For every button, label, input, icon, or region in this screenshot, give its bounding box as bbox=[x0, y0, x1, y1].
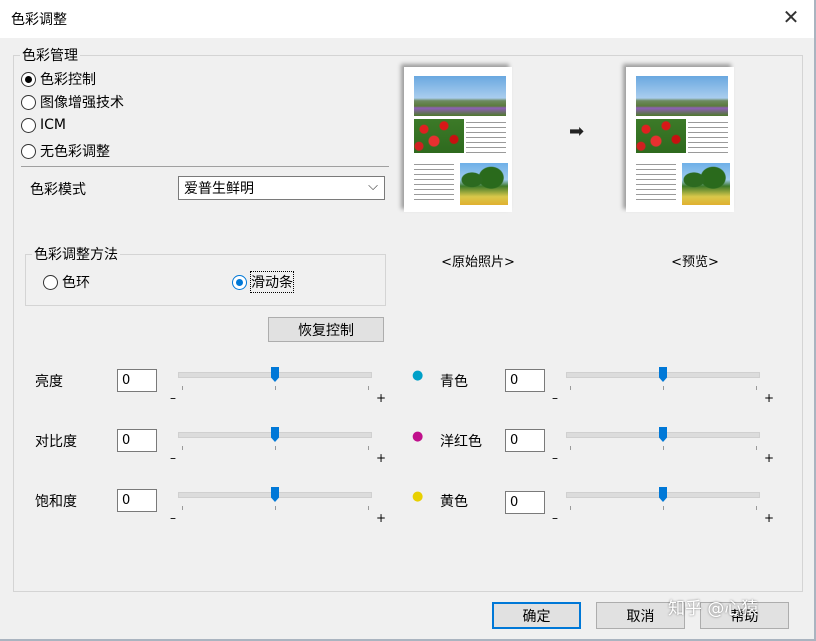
tick bbox=[275, 506, 276, 510]
max-label: + bbox=[376, 391, 387, 405]
saturation-input[interactable]: 0 bbox=[117, 489, 157, 512]
tick bbox=[182, 446, 183, 450]
tick bbox=[182, 506, 183, 510]
tick bbox=[756, 506, 757, 510]
text-lines bbox=[466, 120, 506, 153]
watermark: 知乎 @心猿 bbox=[668, 599, 759, 619]
max-label: + bbox=[764, 391, 775, 405]
color-management-label: 色彩管理 bbox=[20, 45, 80, 65]
radio-label: 滑动条 bbox=[250, 271, 294, 293]
chevron-down-icon: ⌵ bbox=[368, 179, 378, 194]
max-label: + bbox=[376, 511, 387, 525]
min-label: – bbox=[170, 451, 176, 465]
text-lines bbox=[414, 162, 454, 204]
original-photo-thumbnail bbox=[404, 67, 512, 212]
tick bbox=[368, 386, 369, 390]
magenta-label: 洋红色 bbox=[440, 434, 482, 450]
close-icon[interactable]: ✕ bbox=[774, 2, 808, 32]
radio-slider[interactable]: 滑动条 bbox=[232, 271, 294, 293]
radio-label: 无色彩调整 bbox=[40, 144, 110, 160]
tick bbox=[756, 386, 757, 390]
tick bbox=[663, 386, 664, 390]
trees-image bbox=[682, 163, 730, 205]
title-bar bbox=[0, 0, 816, 39]
max-label: + bbox=[764, 511, 775, 525]
magenta-drop-icon: ● bbox=[412, 429, 424, 444]
arrow-right-icon: ➡ bbox=[569, 121, 585, 142]
tick bbox=[570, 386, 571, 390]
preview-thumbnail bbox=[626, 67, 734, 212]
min-label: – bbox=[552, 451, 558, 465]
text-lines bbox=[688, 120, 728, 153]
max-label: + bbox=[376, 451, 387, 465]
saturation-label: 饱和度 bbox=[35, 494, 77, 510]
cyan-drop-icon: ● bbox=[412, 368, 424, 383]
color-mode-select[interactable]: 爱普生鲜明 ⌵ bbox=[178, 176, 385, 200]
tick bbox=[368, 446, 369, 450]
color-mode-label: 色彩模式 bbox=[30, 182, 86, 198]
contrast-label: 对比度 bbox=[35, 434, 77, 450]
ok-button[interactable]: 确定 bbox=[492, 602, 581, 629]
trees-image bbox=[460, 163, 508, 205]
radio-icm[interactable]: ICM bbox=[21, 117, 66, 133]
preview-caption: <预览> bbox=[671, 255, 719, 270]
window-title: 色彩调整 bbox=[11, 12, 67, 28]
radio-indicator bbox=[21, 94, 36, 110]
tick bbox=[570, 446, 571, 450]
min-label: – bbox=[552, 511, 558, 525]
brightness-label: 亮度 bbox=[35, 374, 63, 390]
tick bbox=[570, 506, 571, 510]
adjust-method-label: 色彩调整方法 bbox=[32, 244, 120, 264]
brightness-input[interactable]: 0 bbox=[117, 369, 157, 392]
min-label: – bbox=[170, 391, 176, 405]
radio-label: ICM bbox=[40, 117, 66, 133]
landscape-image bbox=[414, 76, 506, 116]
radio-image-enhancement[interactable]: 图像增强技术 bbox=[21, 92, 124, 112]
min-label: – bbox=[170, 511, 176, 525]
radio-label: 色环 bbox=[62, 275, 90, 291]
cyan-input[interactable]: 0 bbox=[505, 369, 545, 392]
tick bbox=[275, 386, 276, 390]
magenta-input[interactable]: 0 bbox=[505, 429, 545, 452]
tick bbox=[663, 506, 664, 510]
restore-control-button[interactable]: 恢复控制 bbox=[268, 317, 384, 342]
radio-indicator bbox=[232, 274, 247, 290]
original-photo-caption: <原始照片> bbox=[441, 255, 515, 270]
cyan-label: 青色 bbox=[440, 374, 468, 390]
radio-color-wheel[interactable]: 色环 bbox=[43, 272, 90, 292]
min-label: – bbox=[552, 391, 558, 405]
contrast-input[interactable]: 0 bbox=[117, 429, 157, 452]
radio-label: 色彩控制 bbox=[40, 72, 96, 88]
yellow-label: 黄色 bbox=[440, 494, 468, 510]
yellow-input[interactable]: 0 bbox=[505, 491, 545, 514]
tick bbox=[275, 446, 276, 450]
tick bbox=[182, 386, 183, 390]
text-lines bbox=[636, 162, 676, 204]
max-label: + bbox=[764, 451, 775, 465]
tick bbox=[756, 446, 757, 450]
tick bbox=[663, 446, 664, 450]
yellow-drop-icon: ● bbox=[412, 489, 424, 504]
flowers-image bbox=[414, 119, 464, 153]
radio-no-color-adjust[interactable]: 无色彩调整 bbox=[21, 141, 110, 161]
radio-color-control[interactable]: 色彩控制 bbox=[21, 69, 96, 89]
flowers-image bbox=[636, 119, 686, 153]
color-mode-value: 爱普生鲜明 bbox=[184, 181, 254, 197]
radio-indicator bbox=[21, 71, 36, 87]
separator bbox=[21, 166, 389, 167]
landscape-image bbox=[636, 76, 728, 116]
radio-indicator bbox=[21, 143, 36, 159]
tick bbox=[368, 506, 369, 510]
radio-indicator bbox=[43, 274, 58, 290]
radio-indicator bbox=[21, 117, 36, 133]
radio-label: 图像增强技术 bbox=[40, 95, 124, 111]
